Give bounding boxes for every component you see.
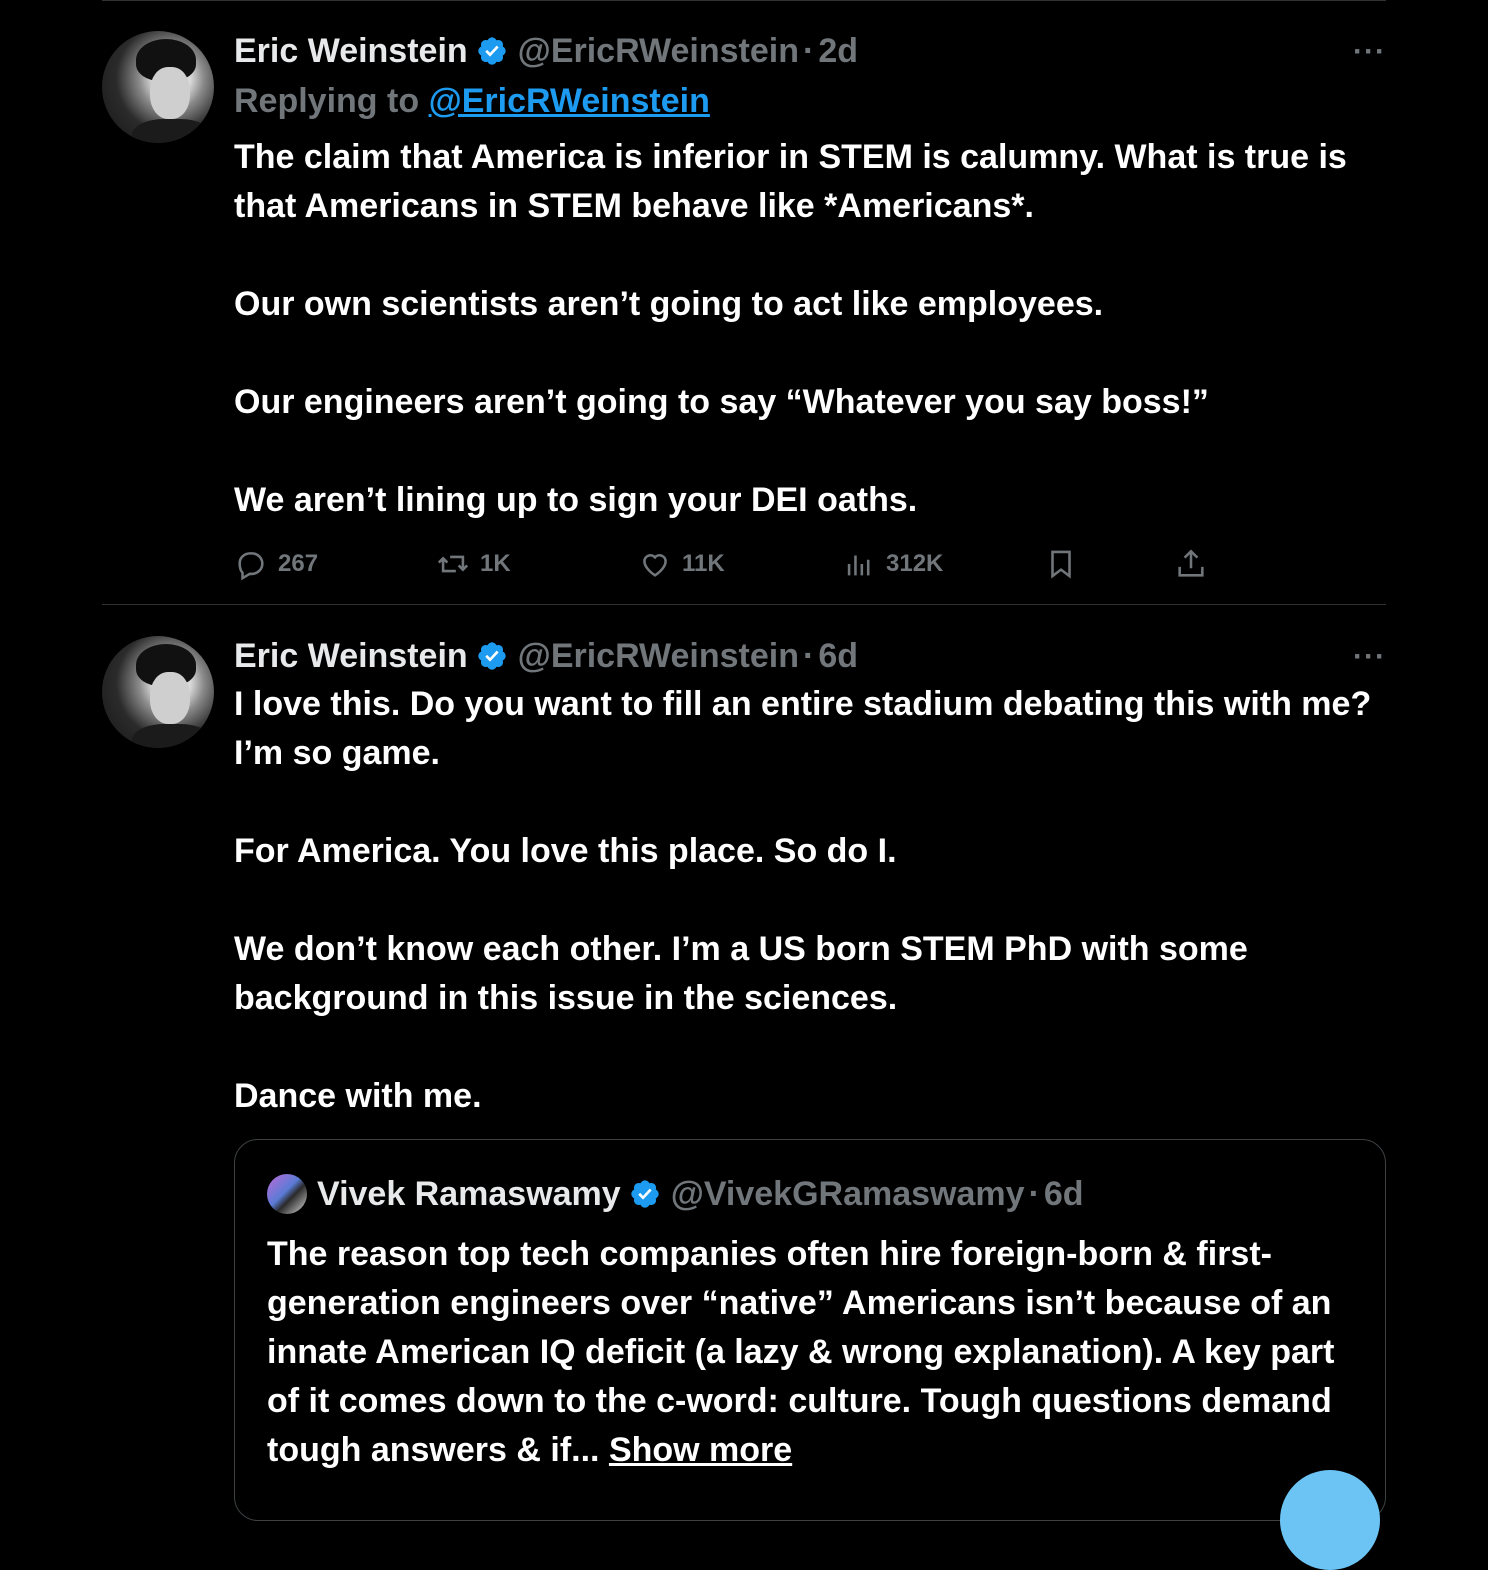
quote-avatar bbox=[267, 1174, 307, 1214]
show-more-link[interactable]: Show more bbox=[609, 1431, 792, 1469]
tweet-paragraph: For America. You love this place. So do … bbox=[234, 832, 897, 870]
reply-button[interactable]: 267 bbox=[234, 547, 318, 581]
tweet-divider bbox=[102, 604, 1386, 605]
like-icon bbox=[643, 554, 667, 577]
replying-to-link[interactable]: @EricRWeinstein bbox=[429, 82, 710, 120]
author-name[interactable]: Eric Weinstein bbox=[234, 32, 468, 71]
tweet-paragraph: We don’t know each other. I’m a US born … bbox=[234, 930, 1248, 1017]
repost-button[interactable]: 1K bbox=[436, 547, 511, 581]
avatar[interactable] bbox=[102, 31, 214, 143]
views-button[interactable]: 312K bbox=[842, 547, 943, 581]
separator-dot: · bbox=[803, 31, 815, 70]
verified-badge-icon bbox=[478, 37, 506, 65]
views-count: 312K bbox=[886, 550, 944, 577]
avatar[interactable] bbox=[102, 636, 214, 748]
bookmark-icon bbox=[1051, 550, 1071, 579]
tweet-paragraph: We aren’t lining up to sign your DEI oat… bbox=[234, 481, 918, 519]
tweet-paragraph: Our own scientists aren’t going to act l… bbox=[234, 285, 1104, 323]
tweet-paragraph: Dance with me. bbox=[234, 1077, 482, 1115]
tweet-paragraph: I love this. Do you want to fill an enti… bbox=[234, 685, 1372, 772]
tweet-time[interactable]: 2d bbox=[818, 32, 858, 71]
tweet-header: Eric Weinstein @EricRWeinstein · 6d bbox=[234, 636, 1386, 676]
author-handle[interactable]: @EricRWeinstein bbox=[518, 32, 799, 71]
quote-header: Vivek Ramaswamy @VivekGRamaswamy · 6d bbox=[267, 1174, 1084, 1214]
views-icon bbox=[847, 555, 870, 576]
action-bar: 267 1K 11K 312K bbox=[234, 544, 1234, 584]
quote-body: The reason top tech companies often hire… bbox=[267, 1235, 1335, 1469]
tweet-text: The claim that America is inferior in ST… bbox=[234, 133, 1386, 525]
quoted-tweet[interactable]: Vivek Ramaswamy @VivekGRamaswamy · 6d Th… bbox=[234, 1139, 1386, 1521]
quote-time: 6d bbox=[1043, 1174, 1084, 1213]
quote-text: The reason top tech companies often hire… bbox=[267, 1230, 1367, 1475]
share-button[interactable] bbox=[1174, 547, 1218, 581]
verified-badge-icon bbox=[631, 1180, 659, 1208]
reply-count: 267 bbox=[278, 550, 319, 577]
verified-badge-icon bbox=[478, 642, 506, 670]
repost-icon bbox=[437, 555, 469, 573]
reply-icon bbox=[238, 552, 264, 581]
tweet-header: Eric Weinstein @EricRWeinstein · 2d bbox=[234, 31, 1386, 71]
top-divider bbox=[102, 0, 1386, 1]
author-name[interactable]: Eric Weinstein bbox=[234, 637, 468, 676]
quote-author-handle: @VivekGRamaswamy bbox=[670, 1174, 1025, 1213]
more-icon[interactable]: ··· bbox=[1353, 640, 1386, 674]
repost-count: 1K bbox=[480, 550, 511, 577]
author-handle[interactable]: @EricRWeinstein bbox=[518, 637, 799, 676]
separator-dot: · bbox=[1028, 1174, 1040, 1213]
share-icon bbox=[1178, 549, 1204, 577]
replying-to: Replying to @EricRWeinstein bbox=[234, 79, 1386, 123]
tweet-paragraph: The claim that America is inferior in ST… bbox=[234, 138, 1347, 225]
like-count: 11K bbox=[682, 550, 725, 577]
compose-button[interactable] bbox=[1280, 1470, 1380, 1570]
tweet-paragraph: Our engineers aren’t going to say “Whate… bbox=[234, 383, 1209, 421]
like-button[interactable]: 11K bbox=[638, 547, 725, 581]
more-icon[interactable]: ··· bbox=[1353, 35, 1386, 69]
separator-dot: · bbox=[803, 636, 815, 675]
quote-author-name: Vivek Ramaswamy bbox=[317, 1174, 621, 1213]
tweet-time[interactable]: 6d bbox=[818, 637, 858, 676]
bookmark-button[interactable] bbox=[1044, 547, 1088, 581]
tweet-text: I love this. Do you want to fill an enti… bbox=[234, 680, 1386, 1121]
replying-label: Replying to bbox=[234, 82, 420, 120]
